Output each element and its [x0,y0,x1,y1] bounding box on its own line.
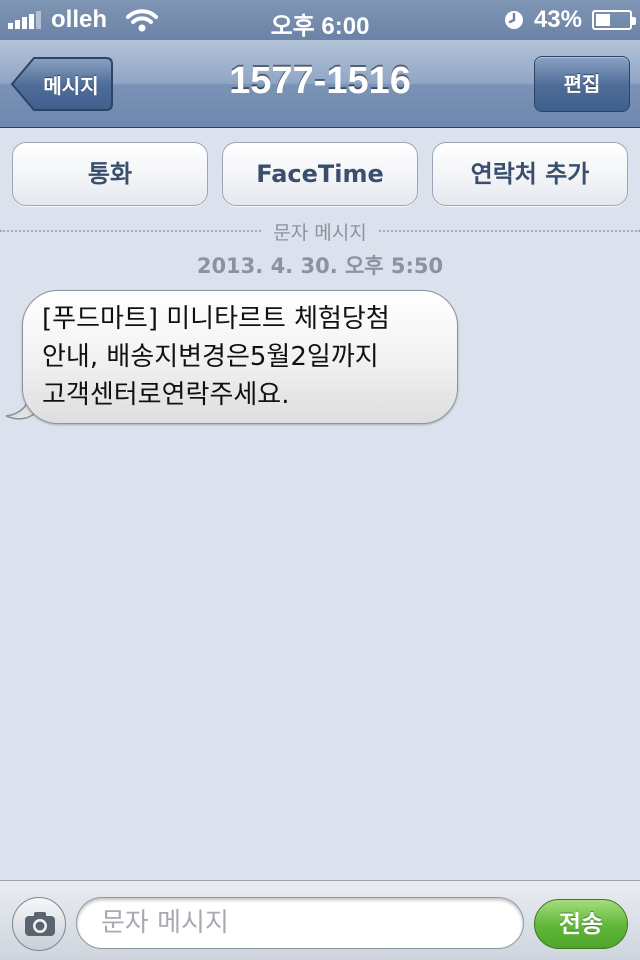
camera-button[interactable] [12,897,66,951]
message-text: [푸드마트] 미니타르트 체험당첨 안내, 배송지변경은5월2일까지 고객센터로… [42,304,390,410]
camera-icon [25,912,55,936]
add-contact-button[interactable]: 연락처 추가 [432,142,628,206]
edit-button[interactable]: 편집 [534,56,630,112]
section-divider: 문자 메시지 [0,218,640,244]
contact-actions: 통화 FaceTime 연락처 추가 [12,142,628,206]
call-button[interactable]: 통화 [12,142,208,206]
composer-bar: 전송 [0,880,640,960]
battery-icon [592,10,636,30]
message-bubble-incoming[interactable]: [푸드마트] 미니타르트 체험당첨 안내, 배송지변경은5월2일까지 고객센터로… [4,290,464,428]
section-label: 문자 메시지 [263,222,377,244]
message-input[interactable] [76,897,524,949]
facetime-button[interactable]: FaceTime [222,142,418,206]
status-bar: olleh 오후 6:00 43% [0,0,640,40]
navigation-bar: 메시지 1577-1516 편집 [0,40,640,128]
status-right: 43% [504,6,636,34]
message-timestamp: 2013. 4. 30. 오후 5:50 [196,254,444,278]
send-button[interactable]: 전송 [534,899,628,949]
section-label-wrap: 문자 메시지 [0,218,640,245]
clock-icon [504,11,523,29]
battery-level-fill [596,14,610,26]
battery-percent: 43% [533,6,582,33]
